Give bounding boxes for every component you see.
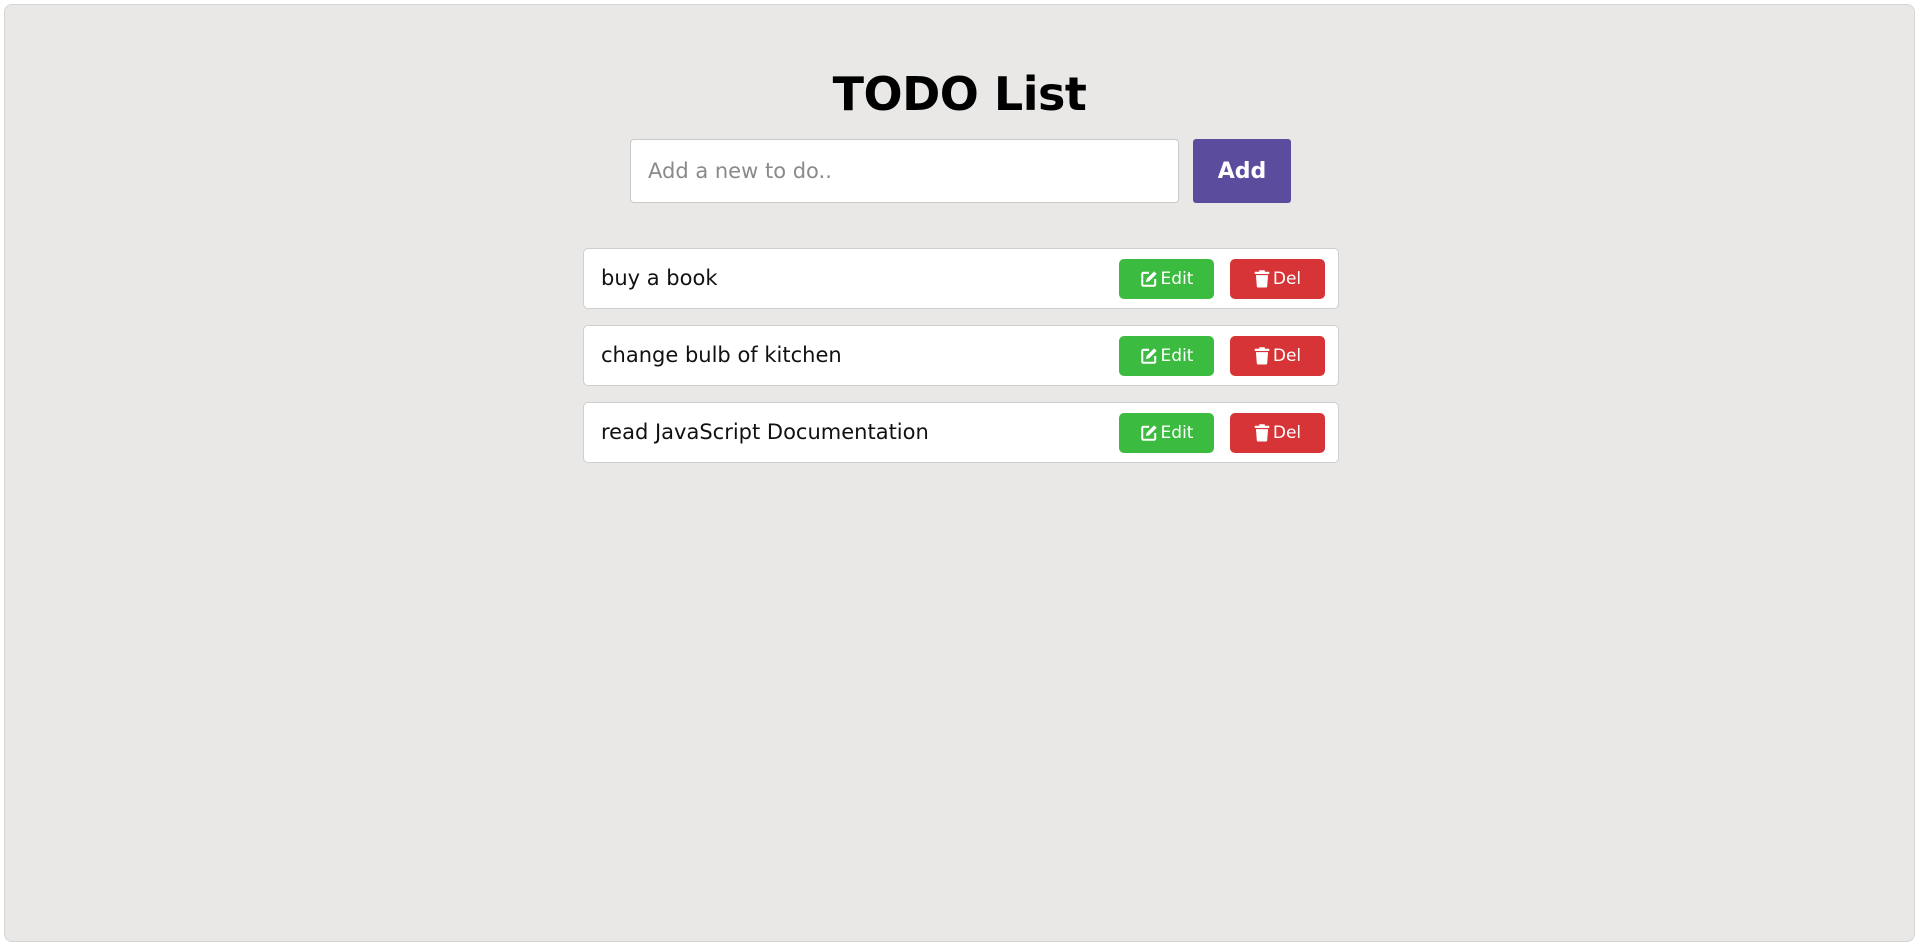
todo-list: buy a book Edit Del change bulb of kitch… bbox=[583, 248, 1339, 479]
delete-button[interactable]: Del bbox=[1230, 336, 1325, 376]
todo-item: buy a book Edit Del bbox=[583, 248, 1339, 309]
delete-button[interactable]: Del bbox=[1230, 259, 1325, 299]
edit-icon bbox=[1140, 347, 1158, 365]
add-todo-form: Add bbox=[630, 139, 1292, 203]
delete-button[interactable]: Del bbox=[1230, 413, 1325, 453]
edit-button-label: Edit bbox=[1160, 269, 1194, 289]
new-todo-input[interactable] bbox=[630, 139, 1179, 203]
todo-item-text: read JavaScript Documentation bbox=[601, 420, 929, 444]
trash-icon bbox=[1254, 347, 1270, 365]
todo-item-text: buy a book bbox=[601, 266, 718, 290]
edit-icon bbox=[1140, 424, 1158, 442]
edit-button[interactable]: Edit bbox=[1119, 259, 1214, 299]
trash-icon bbox=[1254, 424, 1270, 442]
edit-button-label: Edit bbox=[1160, 423, 1194, 443]
todo-item: read JavaScript Documentation Edit Del bbox=[583, 402, 1339, 463]
trash-icon bbox=[1254, 270, 1270, 288]
app-frame: TODO List Add buy a book Edit Del change… bbox=[4, 4, 1915, 942]
edit-button[interactable]: Edit bbox=[1119, 336, 1214, 376]
delete-button-label: Del bbox=[1272, 269, 1302, 289]
delete-button-label: Del bbox=[1272, 423, 1302, 443]
edit-icon bbox=[1140, 270, 1158, 288]
edit-button[interactable]: Edit bbox=[1119, 413, 1214, 453]
edit-button-label: Edit bbox=[1160, 346, 1194, 366]
page-title: TODO List bbox=[832, 67, 1087, 121]
add-button[interactable]: Add bbox=[1193, 139, 1291, 203]
todo-item: change bulb of kitchen Edit Del bbox=[583, 325, 1339, 386]
delete-button-label: Del bbox=[1272, 346, 1302, 366]
todo-item-text: change bulb of kitchen bbox=[601, 343, 842, 367]
